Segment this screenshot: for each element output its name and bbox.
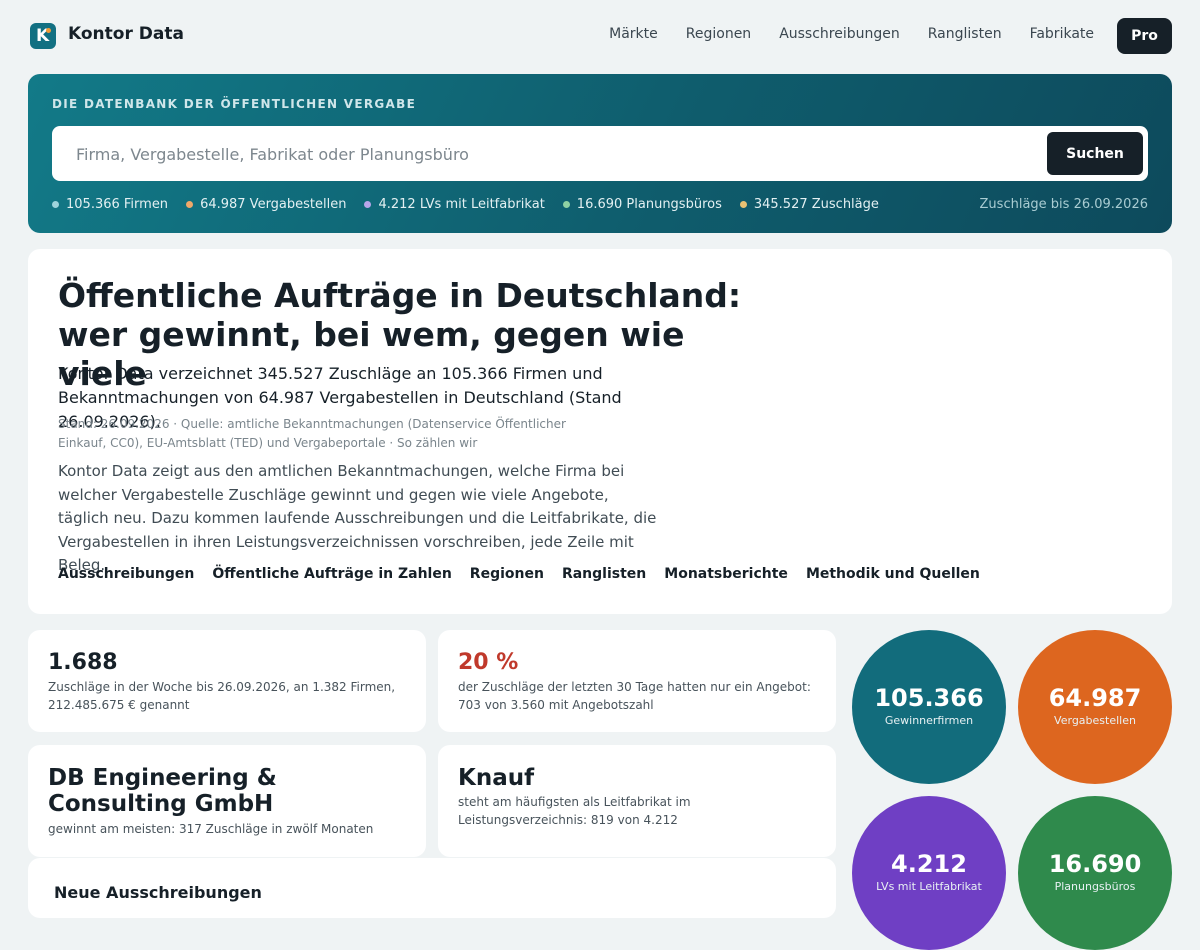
bullet-dot-icon [364, 201, 372, 208]
search-box: Suchen [52, 126, 1148, 183]
nav-links: Märkte Regionen Ausschreibungen Ranglist… [609, 26, 1094, 42]
link-zahlen[interactable]: Öffentliche Aufträge in Zahlen [212, 566, 451, 582]
stat-label: 105.366 Firmen [66, 197, 169, 212]
circle-value: 64.987 [1048, 684, 1142, 712]
top-navigation: K Kontor Data Märkte Regionen Ausschreib… [0, 0, 1200, 72]
stat-label: 64.987 Vergabestellen [200, 197, 347, 212]
top-brand-card[interactable]: Knauf steht am häufigsten als Leitfabrik… [438, 745, 836, 857]
bullet-dot-icon [739, 201, 747, 208]
nav-link-fabrikate[interactable]: Fabrikate [1030, 26, 1094, 42]
top-winner-name: DB Engineering & Consulting GmbH [48, 765, 277, 817]
bullet-dot-icon [186, 201, 194, 208]
nav-link-maerkte[interactable]: Märkte [609, 26, 658, 42]
stat-label: 345.527 Zuschläge [753, 197, 879, 212]
top-brand-text: steht am häufigsten als Leitfabrikat im … [458, 795, 691, 827]
search-input[interactable] [74, 126, 1038, 183]
link-methodik[interactable]: Methodik und Quellen [806, 566, 980, 582]
circle-label: Planungsbüros [1054, 880, 1136, 893]
link-ranglisten[interactable]: Ranglisten [562, 566, 646, 582]
circle-planning-offices[interactable]: 16.690 Planungsbüros [1018, 796, 1172, 950]
nav-link-ausschreibungen[interactable]: Ausschreibungen [779, 26, 900, 42]
weekly-awards-text: Zuschläge in der Woche bis 26.09.2026, a… [48, 680, 396, 712]
source-meta: Stand: 26.09.2026 · Quelle: amtliche Bek… [58, 417, 566, 450]
bullet-dot-icon [562, 201, 570, 208]
intro-body: Kontor Data zeigt aus den amtlichen Beka… [58, 462, 657, 574]
stat-vergabestellen[interactable]: 64.987 Vergabestellen [186, 197, 346, 212]
weekly-awards-value: 1.688 [48, 650, 118, 675]
circle-value: 16.690 [1048, 850, 1142, 878]
nav-link-regionen[interactable]: Regionen [686, 26, 751, 42]
single-bid-text: der Zuschläge der letzten 30 Tage hatten… [458, 680, 811, 712]
stat-zuschlaege[interactable]: 345.527 Zuschläge [739, 197, 879, 212]
link-ausschreibungen[interactable]: Ausschreibungen [58, 566, 194, 582]
stat-lvs[interactable]: 4.212 LVs mit Leitfabrikat [364, 197, 545, 212]
circle-value: 105.366 [874, 684, 984, 712]
single-bid-value: 20 % [458, 650, 519, 675]
circle-value: 4.212 [891, 850, 967, 878]
hero-stats: 105.366 Firmen 64.987 Vergabestellen 4.2… [52, 197, 879, 212]
nav-link-ranglisten[interactable]: Ranglisten [928, 26, 1002, 42]
hero-label: DIE DATENBANK DER ÖFFENTLICHEN VERGABE [52, 97, 417, 111]
circle-label: Gewinnerfirmen [884, 714, 974, 727]
logo-icon[interactable]: K [30, 23, 56, 49]
top-brand-name: Knauf [458, 765, 535, 791]
top-winner-card[interactable]: DB Engineering & Consulting GmbH gewinnt… [28, 745, 426, 857]
new-tenders-title: Neue Ausschreibungen [54, 883, 262, 902]
stat-label: 16.690 Planungsbüros [576, 197, 722, 212]
new-tenders-card: Neue Ausschreibungen [28, 858, 836, 918]
link-monatsberichte[interactable]: Monatsberichte [664, 566, 788, 582]
pro-button[interactable]: Pro [1117, 18, 1172, 54]
weekly-awards-card[interactable]: 1.688 Zuschläge in der Woche bis 26.09.2… [28, 630, 426, 732]
circle-label: LVs mit Leitfabrikat [876, 880, 982, 893]
circle-label: Vergabestellen [1054, 714, 1136, 727]
topic-links: Ausschreibungen Öffentliche Aufträge in … [58, 566, 980, 582]
top-winner-text: gewinnt am meisten: 317 Zuschläge in zwö… [48, 822, 374, 836]
data-updated-note: Zuschläge bis 26.09.2026 [979, 197, 1148, 212]
circle-lvs-leitfabrikat[interactable]: 4.212 LVs mit Leitfabrikat [852, 796, 1006, 950]
circle-winner-firms[interactable]: 105.366 Gewinnerfirmen [852, 630, 1006, 784]
stat-firmen[interactable]: 105.366 Firmen [52, 197, 168, 212]
brand-name[interactable]: Kontor Data [68, 24, 184, 44]
search-button[interactable]: Suchen [1047, 132, 1143, 175]
link-regionen[interactable]: Regionen [470, 566, 544, 582]
page-title-line-1: Öffentliche Aufträge in Deutschland: [58, 276, 742, 315]
single-bid-card[interactable]: 20 % der Zuschläge der letzten 30 Tage h… [438, 630, 836, 732]
circle-contracting-authorities[interactable]: 64.987 Vergabestellen [1018, 630, 1172, 784]
logo-dot [46, 28, 51, 33]
stat-label: 4.212 LVs mit Leitfabrikat [378, 197, 545, 212]
stat-planungsbueros[interactable]: 16.690 Planungsbüros [562, 197, 722, 212]
intro-card: Öffentliche Aufträge in Deutschland: wer… [28, 249, 1172, 614]
search-hero: DIE DATENBANK DER ÖFFENTLICHEN VERGABE S… [28, 74, 1172, 233]
bullet-dot-icon [52, 201, 59, 208]
